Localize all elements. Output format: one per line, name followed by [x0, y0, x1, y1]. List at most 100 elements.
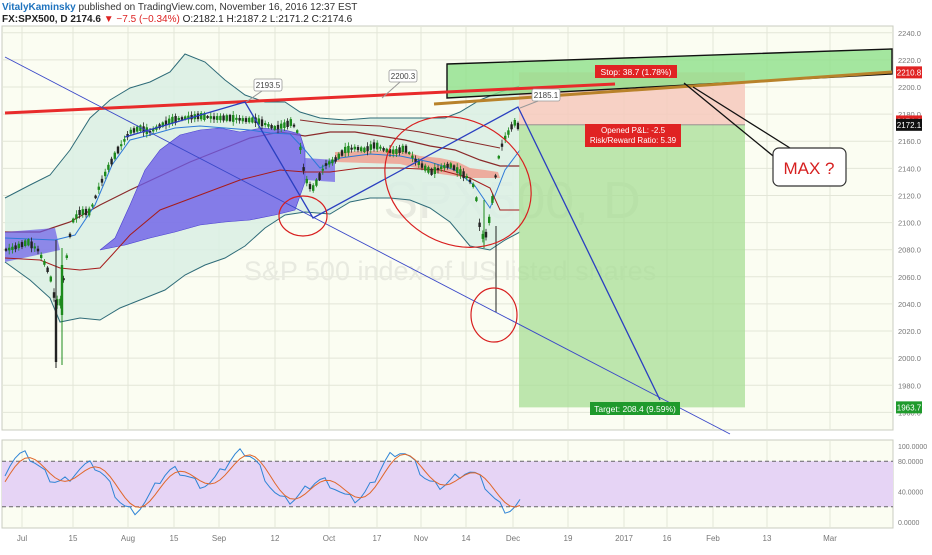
candle-body: [433, 167, 436, 174]
symbol-name[interactable]: FX:SPX500, D: [2, 14, 68, 25]
author-link[interactable]: VitalyKaminsky: [2, 2, 76, 13]
candle-body: [177, 117, 180, 120]
candle-body: [107, 164, 110, 170]
osc-tick-label: 100.0000: [898, 444, 927, 451]
candle-body: [33, 246, 36, 249]
candle-body: [276, 124, 280, 130]
last-price: 2174.6: [70, 14, 101, 25]
candle-body: [436, 168, 440, 170]
candle-body: [305, 178, 308, 184]
candle-body: [494, 175, 497, 178]
price-tick-label: 2080.0: [898, 246, 921, 255]
candle-body: [72, 218, 75, 223]
candle-body: [251, 117, 254, 123]
candle-body: [385, 148, 388, 152]
candle-body: [468, 179, 472, 183]
candle-body: [116, 146, 120, 154]
candle-body: [30, 241, 33, 249]
candle-body: [11, 246, 14, 250]
candle-body: [308, 184, 312, 190]
candle-body: [449, 163, 452, 168]
candle-body: [219, 115, 222, 121]
candle-body: [209, 116, 212, 119]
symbol-legend: FX:SPX500, D 2174.6 ▼ −7.5 (−0.34%) O:21…: [2, 14, 352, 25]
candle-body: [334, 157, 337, 162]
candle-body: [14, 245, 17, 250]
candle-body: [238, 117, 241, 121]
candle-body: [427, 167, 430, 173]
candle-body: [171, 116, 174, 124]
candle-body: [472, 183, 475, 188]
candle-body: [321, 168, 324, 171]
candle-body: [180, 117, 184, 120]
osc-tick-label: 80.0000: [898, 459, 923, 466]
time-axis-label: 16: [663, 534, 672, 543]
candle-body: [350, 147, 353, 150]
candle-body: [459, 169, 462, 176]
candle-body: [206, 116, 209, 119]
candle-body: [228, 114, 232, 122]
candle-body: [283, 122, 286, 128]
candle-body: [369, 144, 372, 150]
price-tick-label: 2040.0: [898, 300, 921, 309]
candle-body: [40, 254, 43, 258]
candle-body: [484, 231, 488, 238]
candle-body: [75, 214, 78, 219]
candle-body: [446, 163, 449, 168]
candle-body: [129, 129, 132, 134]
candle-body: [120, 144, 123, 147]
time-axis-label: Feb: [706, 534, 720, 543]
candle-body: [318, 173, 321, 180]
price-tick-label: 2020.0: [898, 327, 921, 336]
price-tick-label: 1980.0: [898, 381, 921, 390]
candle-body: [491, 196, 494, 203]
time-axis-label: 15: [170, 534, 179, 543]
price-tick-label: 2120.0: [898, 191, 921, 200]
candle-body: [52, 292, 56, 298]
candle-body: [443, 165, 446, 169]
price-chart[interactable]: 2240.02220.02200.02180.02160.02140.02120…: [0, 0, 932, 550]
chart-stage: 2240.0 2220.0 2200.0 2180.0 2160.0 2140.0 2120…: [0, 0, 932, 550]
candle-body: [94, 195, 97, 199]
candle-body: [299, 146, 302, 151]
time-axis-label: Sep: [212, 534, 227, 543]
candle-body: [97, 186, 100, 190]
candle-body: [372, 142, 376, 149]
candle-body: [331, 159, 334, 164]
time-axis-label: 17: [373, 534, 382, 543]
candle-body: [84, 208, 88, 216]
candle-body: [273, 126, 276, 130]
candle-body: [113, 152, 116, 159]
candle-body: [225, 115, 228, 121]
candle-body: [500, 143, 504, 147]
candle-body: [315, 179, 318, 186]
candle-body: [379, 146, 382, 149]
time-axis-label: Aug: [121, 534, 135, 543]
candle-body: [360, 147, 363, 152]
candle-body: [270, 125, 273, 129]
candle-body: [302, 167, 305, 171]
candle-body: [81, 209, 84, 215]
callout-text: MAX ?: [783, 159, 834, 178]
ohlc-values: O:2182.1 H:2187.2 L:2171.2 C:2174.6: [182, 14, 353, 25]
candle-body: [292, 124, 296, 127]
time-axis-label: Oct: [323, 534, 336, 543]
candle-body: [513, 120, 516, 126]
time-axis-label: Nov: [414, 534, 428, 543]
publish-info: published on TradingView.com, November 1…: [78, 2, 358, 13]
candle-body: [353, 146, 356, 150]
stoch-band: [2, 461, 893, 507]
candle-body: [91, 204, 94, 207]
candle-body: [488, 216, 491, 223]
candle-body: [36, 248, 40, 252]
candle-body: [280, 123, 283, 129]
time-axis-label: Dec: [506, 534, 520, 543]
candle-body: [376, 142, 379, 150]
candle-body: [478, 222, 481, 227]
candle-body: [88, 208, 91, 216]
osc-tick-label: 0.0000: [898, 520, 920, 527]
candle-body: [4, 248, 8, 251]
time-axis-label: 14: [462, 534, 471, 543]
candle-body: [497, 155, 500, 159]
price-tag: 2210.8: [897, 68, 922, 77]
